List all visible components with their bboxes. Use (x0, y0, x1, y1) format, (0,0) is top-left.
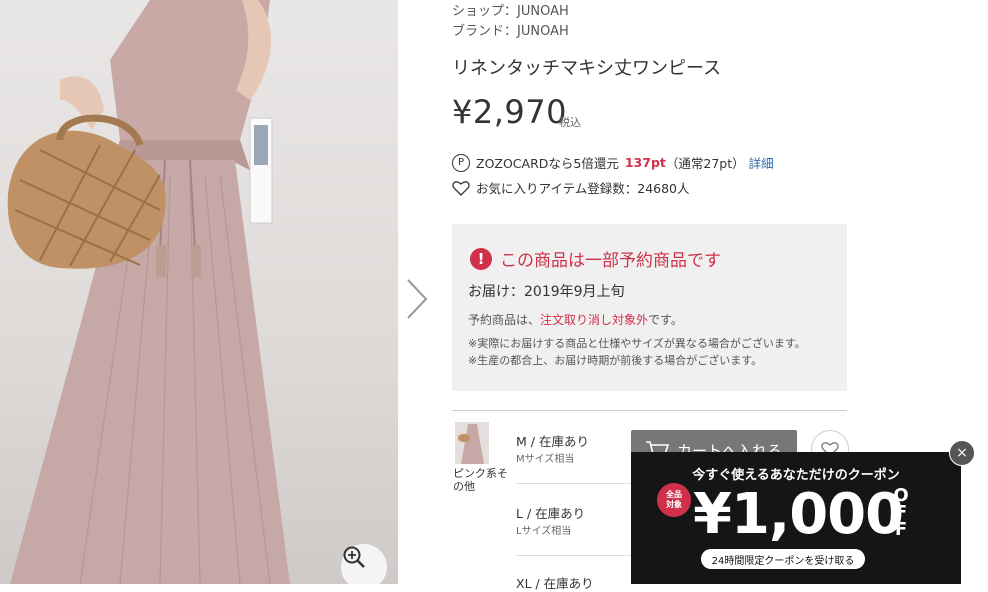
next-image-button[interactable] (404, 276, 430, 322)
coupon-badge-line1: 全品 (666, 490, 682, 499)
product-title: リネンタッチマキシ丈ワンピース (452, 58, 722, 79)
tax-label: 税込 (559, 116, 581, 129)
dress-photo-illustration (7, 0, 290, 584)
reservation-suffix: です。 (648, 313, 683, 327)
point-info: P ZOZOCARDなら5倍還元 137pt （通常27pt） 詳細 (452, 153, 774, 172)
chevron-right-icon (407, 279, 428, 319)
reservation-cancel-link[interactable]: 注文取り消し対象外 (540, 313, 648, 327)
variant-thumbnail[interactable] (455, 422, 489, 464)
notice-title: この商品は一部予約商品です (500, 251, 721, 271)
notice-note-1: ※実際にお届けする商品と仕様やサイズが異なる場合がございます。 (468, 337, 806, 350)
point-icon: P (452, 153, 470, 172)
product-main-image[interactable] (0, 0, 398, 584)
alert-icon: ! (470, 247, 492, 270)
favorite-count: お気に入りアイテム登録数：24680人 (452, 178, 690, 197)
point-amount: 137pt (624, 155, 666, 170)
coupon-claim-button[interactable]: 24時間限定クーポンを受け取る (701, 549, 865, 569)
heart-icon (452, 180, 470, 196)
delivery-date: お届け：2019年9月上旬 (468, 284, 625, 300)
notice-note-2: ※生産の都合上、お届け時期が前後する場合がございます。 (468, 354, 763, 367)
coupon-badge-line2: 対象 (666, 500, 682, 509)
size-m-sub: Mサイズ相当 (516, 454, 575, 465)
size-l-sub: Lサイズ相当 (516, 526, 572, 537)
size-m-label: M / 在庫あり (516, 434, 589, 449)
shop-label[interactable]: ショップ：JUNOAH (452, 0, 569, 19)
zoom-in-icon (343, 546, 365, 568)
size-xl-label: XL / 在庫あり (516, 576, 594, 591)
coupon-headline: 今すぐ使えるあなただけのクーポン (692, 468, 900, 483)
section-divider (452, 410, 847, 411)
product-price: ¥2,970 (452, 93, 567, 131)
variant-color-label: ピンク系その他 (453, 467, 508, 493)
coupon-badge: 全品 対象 (657, 483, 691, 517)
coupon-off-label: OFF (893, 485, 909, 540)
zoom-button[interactable] (340, 543, 388, 584)
variant-thumbnail-image (455, 422, 489, 464)
preorder-notice: ! この商品は一部予約商品です お届け：2019年9月上旬 予約商品は、注文取り… (452, 224, 847, 391)
point-text: ZOZOCARDなら5倍還元 (476, 156, 619, 171)
coupon-close-button[interactable]: × (949, 440, 975, 466)
size-l-label: L / 在庫あり (516, 506, 586, 521)
notice-title-row: ! この商品は一部予約商品です (470, 246, 721, 271)
coupon-banner[interactable]: 今すぐ使えるあなただけのクーポン 全品 対象 ¥1,000 OFF 24時間限定… (631, 452, 961, 584)
coupon-amount: ¥1,000 (693, 482, 904, 547)
point-normal: （通常27pt） (665, 156, 745, 171)
reservation-prefix: 予約商品は、 (468, 313, 541, 327)
reservation-text: 予約商品は、注文取り消し対象外です。 (468, 311, 683, 328)
point-detail-link[interactable]: 詳細 (749, 153, 774, 172)
favorite-count-text: お気に入りアイテム登録数：24680人 (476, 181, 690, 196)
brand-label[interactable]: ブランド：JUNOAH (452, 20, 569, 39)
